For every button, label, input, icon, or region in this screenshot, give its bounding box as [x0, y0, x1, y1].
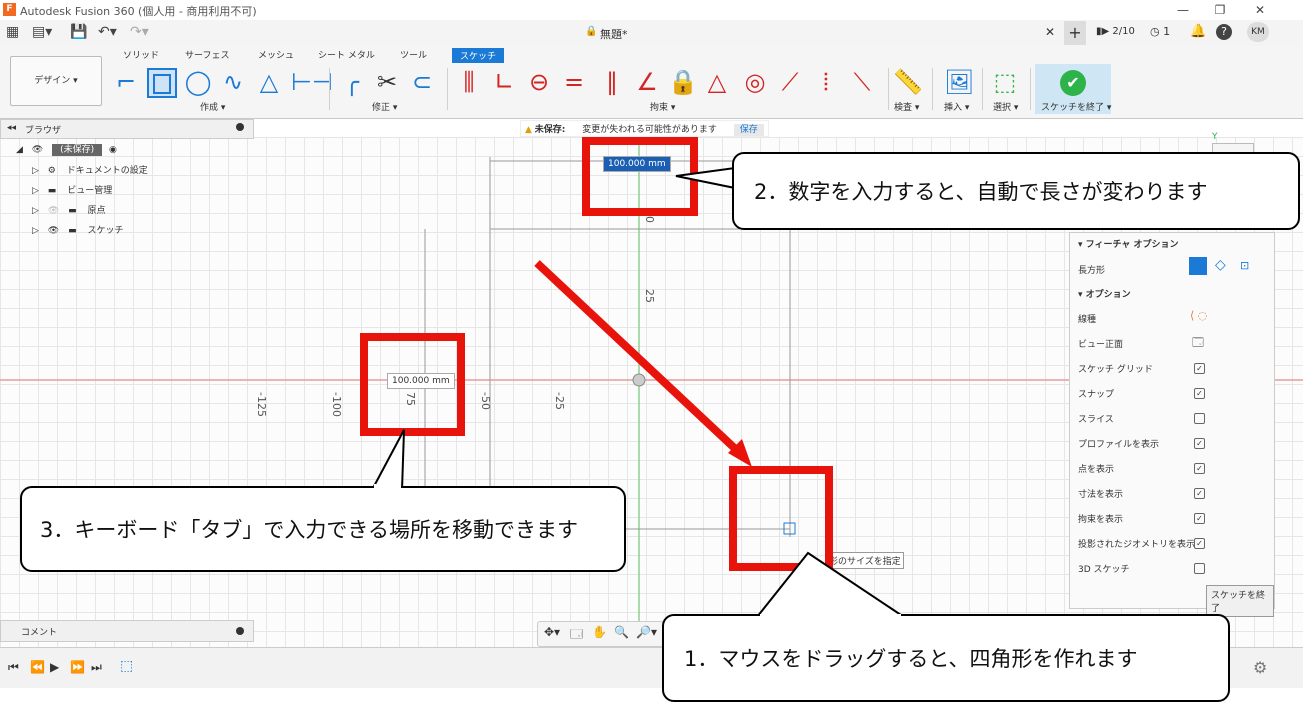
- callout-pointers: [370, 166, 908, 618]
- callout-drag-mouse: 1．マウスをドラッグすると、四角形を作れます: [662, 614, 1230, 702]
- callout-text: 3．キーボード「タブ」で入力できる場所を移動できます: [40, 518, 578, 542]
- pointer-join: [374, 484, 401, 488]
- callout-tab-key: 3．キーボード「タブ」で入力できる場所を移動できます: [20, 486, 626, 572]
- pointer-join: [760, 614, 901, 618]
- callout-enter-number: 2．数字を入力すると、自動で長さが変わります: [732, 152, 1300, 230]
- callout-text: 1．マウスをドラッグすると、四角形を作れます: [684, 647, 1138, 671]
- callout-text: 2．数字を入力すると、自動で長さが変わります: [754, 180, 1208, 204]
- pointer-join: [736, 169, 739, 187]
